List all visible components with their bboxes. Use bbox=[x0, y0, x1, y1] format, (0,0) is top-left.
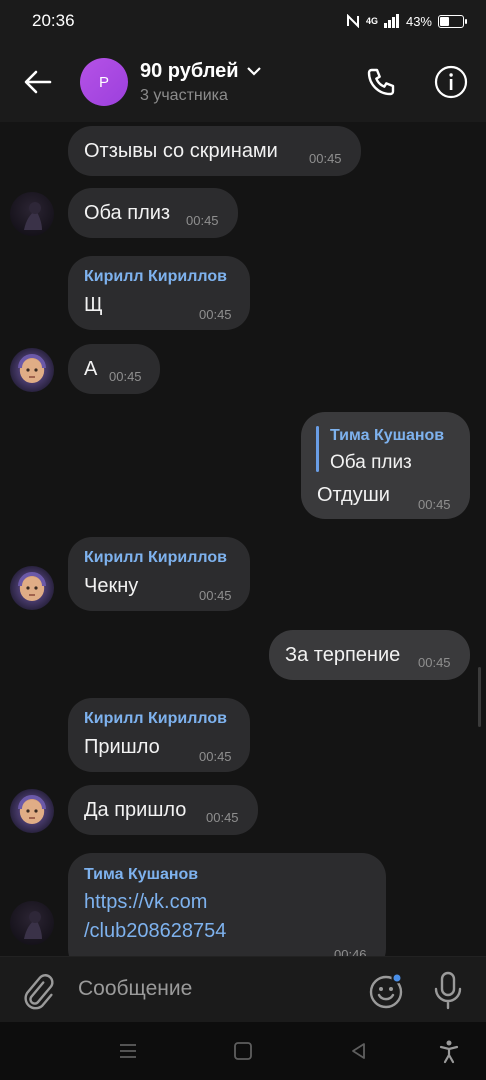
nav-back-button[interactable] bbox=[346, 1038, 372, 1064]
chat-subtitle: 3 участника bbox=[140, 86, 228, 104]
message-text: Отзывы со скринами bbox=[84, 140, 278, 162]
message-text: Щ bbox=[84, 294, 103, 316]
message-text: Оба плиз bbox=[84, 202, 171, 224]
smile-icon bbox=[369, 972, 403, 1009]
accessibility-button[interactable] bbox=[436, 1038, 462, 1064]
message-composer: Сообщение bbox=[0, 956, 486, 1022]
menu-icon bbox=[120, 1044, 136, 1058]
message-sender[interactable]: Кирилл Кириллов bbox=[84, 268, 227, 286]
nav-menu-button[interactable] bbox=[115, 1038, 141, 1064]
message-bubble[interactable]: Кирилл Кириллов Щ 00:45 bbox=[68, 256, 250, 330]
chat-header: P 90 рублей 3 участника bbox=[0, 42, 486, 122]
paperclip-icon bbox=[24, 974, 54, 1010]
chat-avatar[interactable]: P bbox=[80, 58, 128, 106]
message-text: Чекну bbox=[84, 575, 139, 597]
battery-icon bbox=[438, 14, 467, 28]
sender-avatar[interactable] bbox=[10, 789, 54, 833]
message-sender[interactable]: Кирилл Кириллов bbox=[84, 710, 227, 728]
message-time: 00:45 bbox=[199, 588, 232, 603]
accessibility-icon bbox=[439, 1040, 459, 1064]
message-time: 00:45 bbox=[418, 497, 451, 512]
message-text: А bbox=[84, 358, 98, 380]
microphone-icon bbox=[434, 971, 462, 1010]
battery-percent: 43% bbox=[405, 13, 432, 29]
message-time: 00:45 bbox=[418, 655, 451, 670]
battery-fill bbox=[440, 16, 449, 26]
voice-record-button[interactable] bbox=[428, 969, 468, 1011]
sender-avatar[interactable] bbox=[10, 901, 54, 945]
message-text: Отдуши bbox=[317, 484, 390, 506]
message-bubble[interactable]: Кирилл Кириллов Чекну 00:45 bbox=[68, 537, 250, 611]
emoji-button[interactable] bbox=[366, 971, 406, 1011]
square-icon bbox=[234, 1042, 252, 1060]
reply-sender[interactable]: Тима Кушанов bbox=[330, 427, 444, 445]
phone-icon bbox=[367, 68, 395, 96]
message-bubble-outgoing[interactable]: За терпение 00:45 bbox=[269, 630, 470, 680]
info-button[interactable] bbox=[416, 42, 486, 122]
triangle-back-icon bbox=[352, 1043, 365, 1059]
status-time: 20:36 bbox=[32, 11, 75, 30]
reply-quote-bar bbox=[316, 426, 319, 472]
nfc-icon bbox=[346, 14, 359, 28]
message-list[interactable]: Отзывы со скринами 00:45 Оба плиз 00:45 … bbox=[0, 122, 486, 956]
avatar-image bbox=[18, 354, 46, 383]
message-time: 00:45 bbox=[109, 369, 142, 384]
attach-button[interactable] bbox=[18, 971, 58, 1011]
arrow-left-icon bbox=[24, 70, 52, 94]
sender-avatar[interactable] bbox=[10, 192, 54, 236]
network-label: 4G bbox=[365, 16, 378, 26]
message-time: 00:45 bbox=[186, 213, 219, 228]
message-input[interactable]: Сообщение bbox=[78, 977, 192, 1001]
message-bubble[interactable]: Да пришло 00:45 bbox=[68, 785, 258, 835]
avatar-image bbox=[18, 572, 46, 601]
message-time: 00:45 bbox=[206, 810, 239, 825]
message-bubble[interactable]: Оба плиз 00:45 bbox=[68, 188, 238, 238]
system-navigation-bar bbox=[0, 1022, 486, 1080]
chat-title: 90 рублей bbox=[140, 59, 239, 82]
message-text: За терпение bbox=[285, 644, 401, 666]
sender-avatar[interactable] bbox=[10, 348, 54, 392]
message-text: Да пришло bbox=[84, 799, 187, 821]
message-text: Пришло bbox=[84, 736, 160, 758]
message-bubble[interactable]: Отзывы со скринами 00:45 bbox=[68, 126, 361, 176]
signal-icon bbox=[383, 14, 399, 28]
status-bar: 20:36 4G 43% bbox=[0, 0, 486, 42]
message-link-continued[interactable]: /club208628754 bbox=[84, 920, 226, 943]
message-bubble[interactable]: А 00:45 bbox=[68, 344, 160, 394]
avatar-image bbox=[24, 202, 42, 230]
info-icon bbox=[434, 65, 468, 99]
message-sender[interactable]: Кирилл Кириллов bbox=[84, 549, 227, 567]
message-time: 00:46 bbox=[334, 947, 367, 956]
message-time: 00:45 bbox=[199, 749, 232, 764]
call-button[interactable] bbox=[346, 42, 416, 122]
reply-text: Оба плиз bbox=[330, 452, 412, 473]
avatar-image bbox=[24, 911, 42, 939]
status-icons: 4G 43% bbox=[346, 13, 467, 29]
chevron-down-icon bbox=[246, 67, 261, 76]
message-sender[interactable]: Тима Кушанов bbox=[84, 866, 198, 884]
avatar-image bbox=[18, 795, 46, 824]
message-bubble[interactable]: Кирилл Кириллов Пришло 00:45 bbox=[68, 698, 250, 772]
sender-avatar[interactable] bbox=[10, 566, 54, 610]
chat-title-area[interactable]: 90 рублей 3 участника bbox=[140, 60, 346, 105]
chat-avatar-letter: P bbox=[98, 73, 109, 91]
message-time: 00:45 bbox=[309, 151, 342, 166]
message-bubble-outgoing[interactable]: Тима Кушанов Оба плиз Отдуши 00:45 bbox=[301, 412, 470, 519]
message-link[interactable]: https://vk.com bbox=[84, 891, 207, 914]
scrollbar[interactable] bbox=[478, 667, 481, 727]
back-button[interactable] bbox=[0, 42, 76, 122]
message-time: 00:45 bbox=[199, 307, 232, 322]
message-bubble[interactable]: Тима Кушанов https://vk.com /club2086287… bbox=[68, 853, 386, 956]
nav-home-button[interactable] bbox=[230, 1038, 256, 1064]
